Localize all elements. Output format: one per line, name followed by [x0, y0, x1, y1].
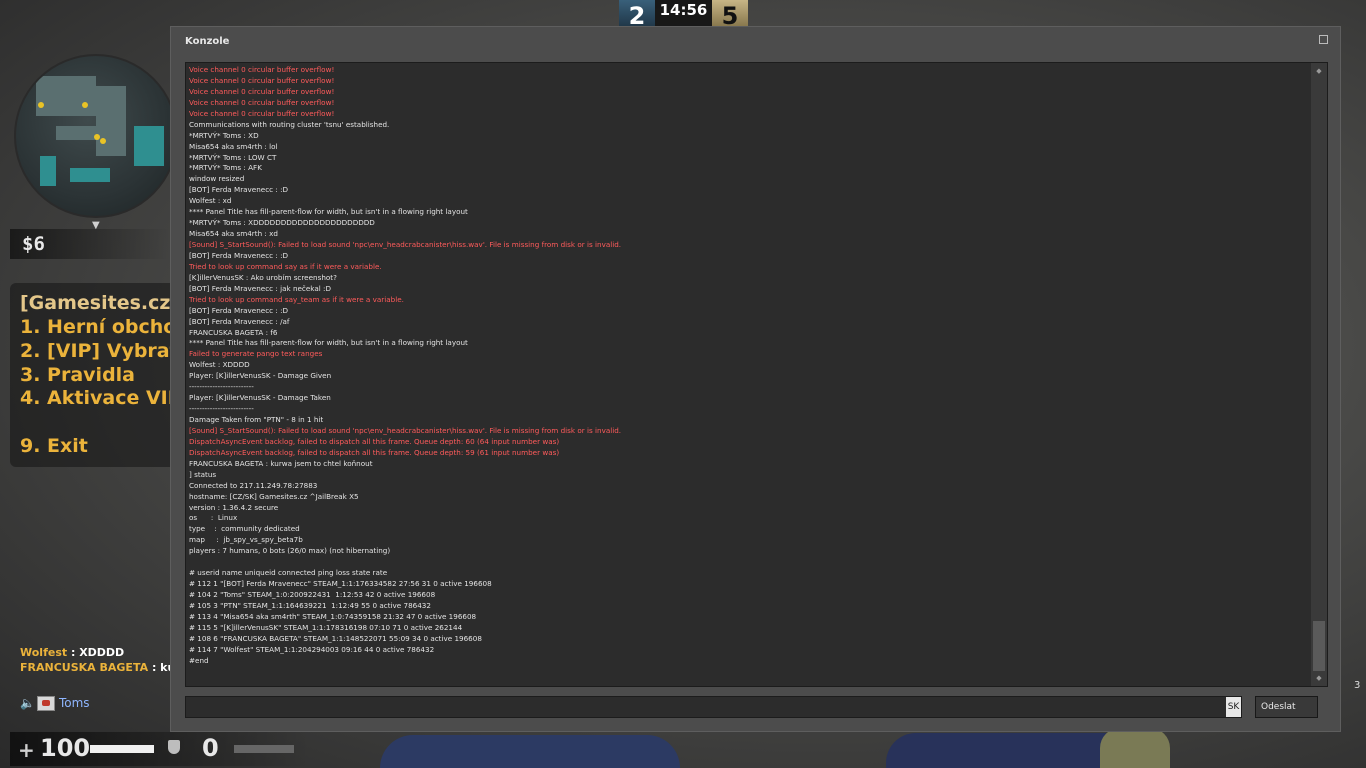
- health-icon: +: [18, 738, 35, 762]
- console-line: [BOT] Ferda Mravenecc : :D: [189, 185, 289, 195]
- chat-line: Wolfest : XDDDD: [20, 646, 125, 659]
- scroll-down-icon[interactable]: ◆: [1315, 674, 1323, 682]
- player-glove: [1100, 728, 1170, 768]
- server-menu-item[interactable]: 4. Aktivace VIP: [20, 387, 175, 409]
- console-line: Voice channel 0 circular buffer overflow…: [189, 108, 335, 118]
- console-line: # 105 3 "PTN" STEAM_1:1:164639221 1:12:4…: [189, 600, 431, 610]
- armor-icon: [168, 740, 180, 754]
- submit-button[interactable]: Odeslat: [1255, 696, 1318, 718]
- console-line: # 114 7 "Wolfest" STEAM_1:1:204294003 09…: [189, 644, 435, 654]
- console-line: Connected to 217.11.249.78:27883: [189, 480, 318, 490]
- armor-value: 0: [202, 734, 219, 762]
- console-line: DispatchAsyncEvent backlog, failed to di…: [189, 447, 560, 457]
- server-menu-title: [Gamesites.cz]: [20, 292, 175, 314]
- money-display: $6: [10, 229, 170, 259]
- console-line: Tried to look up command say_team as if …: [189, 294, 404, 304]
- console-line: version : 1.36.4.2 secure: [189, 502, 279, 512]
- server-menu-item[interactable]: 2. [VIP] Vybrat: [20, 340, 175, 362]
- console-line: Player: [K]illerVenusSK - Damage Taken: [189, 393, 331, 403]
- chat-message: XDDDD: [79, 646, 125, 659]
- chat-name: FRANCUSKA BAGETA: [20, 661, 149, 674]
- console-line: Misa654 aka sm4rth : xd: [189, 229, 278, 239]
- server-menu-item[interactable]: 9. Exit: [20, 435, 88, 457]
- console-scrollbar[interactable]: ◆ ◆: [1311, 63, 1327, 686]
- console-line: #end: [189, 655, 209, 665]
- console-line: **** Panel Title has fill-parent-flow fo…: [189, 338, 468, 348]
- console-line: [Sound] S_StartSound(): Failed to load s…: [189, 425, 622, 435]
- console-line: # 108 6 "FRANCUSKA BAGETA" STEAM_1:1:148…: [189, 633, 482, 643]
- console-line: DispatchAsyncEvent backlog, failed to di…: [189, 436, 560, 446]
- console-line: # 112 1 "[BOT] Ferda Mravenecc" STEAM_1:…: [189, 579, 492, 589]
- console-log[interactable]: Voice channel 0 circular buffer overflow…: [185, 62, 1328, 687]
- voice-player-name: Toms: [58, 696, 90, 710]
- console-line: window resized: [189, 174, 245, 184]
- chat-name: Wolfest: [20, 646, 68, 659]
- console-line: *MRTVÝ* Toms : XDDDDDDDDDDDDDDDDDDDDDD: [189, 218, 375, 228]
- console-line: os : Linux: [189, 513, 238, 523]
- console-line: # 115 5 "[K]illerVenusSK" STEAM_1:1:1783…: [189, 622, 463, 632]
- console-titlebar[interactable]: [171, 27, 1340, 51]
- speaker-icon: 🔈: [20, 696, 35, 710]
- side-number: 3: [1354, 680, 1361, 691]
- console-line: Voice channel 0 circular buffer overflow…: [189, 65, 335, 74]
- server-menu: [Gamesites.cz] 1. Herní obchod 2. [VIP] …: [10, 283, 175, 467]
- server-menu-item[interactable]: 1. Herní obchod: [20, 316, 175, 338]
- console-line: Communications with routing cluster 'tsn…: [189, 119, 390, 129]
- avatar: [36, 696, 55, 711]
- console-line: FRANCUSKA BAGETA : kurwa jsem to chtel k…: [189, 458, 373, 468]
- console-line: Failed to generate pango text ranges: [189, 349, 323, 359]
- console-title: Konzole: [185, 36, 230, 47]
- console-line: [K]illerVenusSK : Ako urobím screenshot?: [189, 272, 337, 282]
- console-line: [BOT] Ferda Mravenecc : jak nečekal :D: [189, 283, 331, 293]
- console-line: Wolfest : xd: [189, 196, 232, 206]
- radar-minimap: [14, 54, 178, 218]
- console-window: Konzole Voice channel 0 circular buffer …: [170, 26, 1341, 732]
- player-arm-left: [380, 735, 680, 768]
- scrollbar-thumb[interactable]: [1313, 621, 1325, 671]
- console-line: Voice channel 0 circular buffer overflow…: [189, 86, 335, 96]
- console-line: # userid name uniqueid connected ping lo…: [189, 568, 388, 578]
- server-menu-item[interactable]: 3. Pravidla: [20, 364, 135, 386]
- console-line: Player: [K]illerVenusSK - Damage Given: [189, 371, 332, 381]
- voice-indicator: 🔈 Toms: [20, 696, 90, 711]
- chat-line: FRANCUSKA BAGETA : kurw: [20, 661, 191, 674]
- console-line: *MRTVÝ* Toms : XD: [189, 130, 259, 140]
- console-line: type : community dedicated: [189, 524, 300, 534]
- health-bar: [90, 745, 154, 753]
- armor-bar: [234, 745, 294, 753]
- console-line: Damage Taken from "PTN" - 8 in 1 hit: [189, 415, 324, 424]
- console-line: **** Panel Title has fill-parent-flow fo…: [189, 207, 468, 217]
- console-line: Voice channel 0 circular buffer overflow…: [189, 75, 335, 85]
- console-line: -------------------------: [189, 382, 254, 392]
- console-log-lines: Voice channel 0 circular buffer overflow…: [189, 65, 621, 667]
- console-line: -------------------------: [189, 404, 254, 414]
- console-line: players : 7 humans, 0 bots (26/0 max) (n…: [189, 546, 391, 556]
- console-line: map : jb_spy_vs_spy_beta7b: [189, 535, 303, 545]
- maximize-icon[interactable]: [1319, 35, 1328, 44]
- console-line: Voice channel 0 circular buffer overflow…: [189, 97, 335, 107]
- console-command-input[interactable]: [185, 696, 1242, 718]
- console-line: Wolfest : XDDDD: [189, 360, 250, 370]
- health-armor-panel: + 100 0: [10, 732, 310, 766]
- console-line: ] status: [189, 469, 217, 479]
- round-timer-text: 14:56: [659, 1, 708, 19]
- scroll-up-icon[interactable]: ◆: [1315, 67, 1323, 75]
- console-line: *MRTVÝ* Toms : AFK: [189, 163, 262, 173]
- console-line: # 104 2 "Toms" STEAM_1:0:200922431 1:12:…: [189, 590, 436, 599]
- console-line: [BOT] Ferda Mravenecc : :D: [189, 305, 289, 315]
- console-line: Tried to look up command say as if it we…: [189, 261, 382, 271]
- console-line: # 113 4 "Misa654 aka sm4rth" STEAM_1:0:7…: [189, 611, 477, 621]
- console-line: *MRTVÝ* Toms : LOW CT: [189, 152, 277, 162]
- console-line: Misa654 aka sm4rth : lol: [189, 141, 278, 151]
- console-line: FRANCUSKA BAGETA : f6: [189, 327, 278, 337]
- language-indicator: SK: [1226, 697, 1241, 717]
- console-line: [BOT] Ferda Mravenecc : /af: [189, 316, 290, 326]
- console-line: [Sound] S_StartSound(): Failed to load s…: [189, 240, 622, 249]
- console-line: hostname: [CZ/SK] Gamesites.cz ^JailBrea…: [189, 491, 359, 501]
- console-line: [BOT] Ferda Mravenecc : :D: [189, 250, 289, 260]
- health-value: 100: [40, 734, 91, 762]
